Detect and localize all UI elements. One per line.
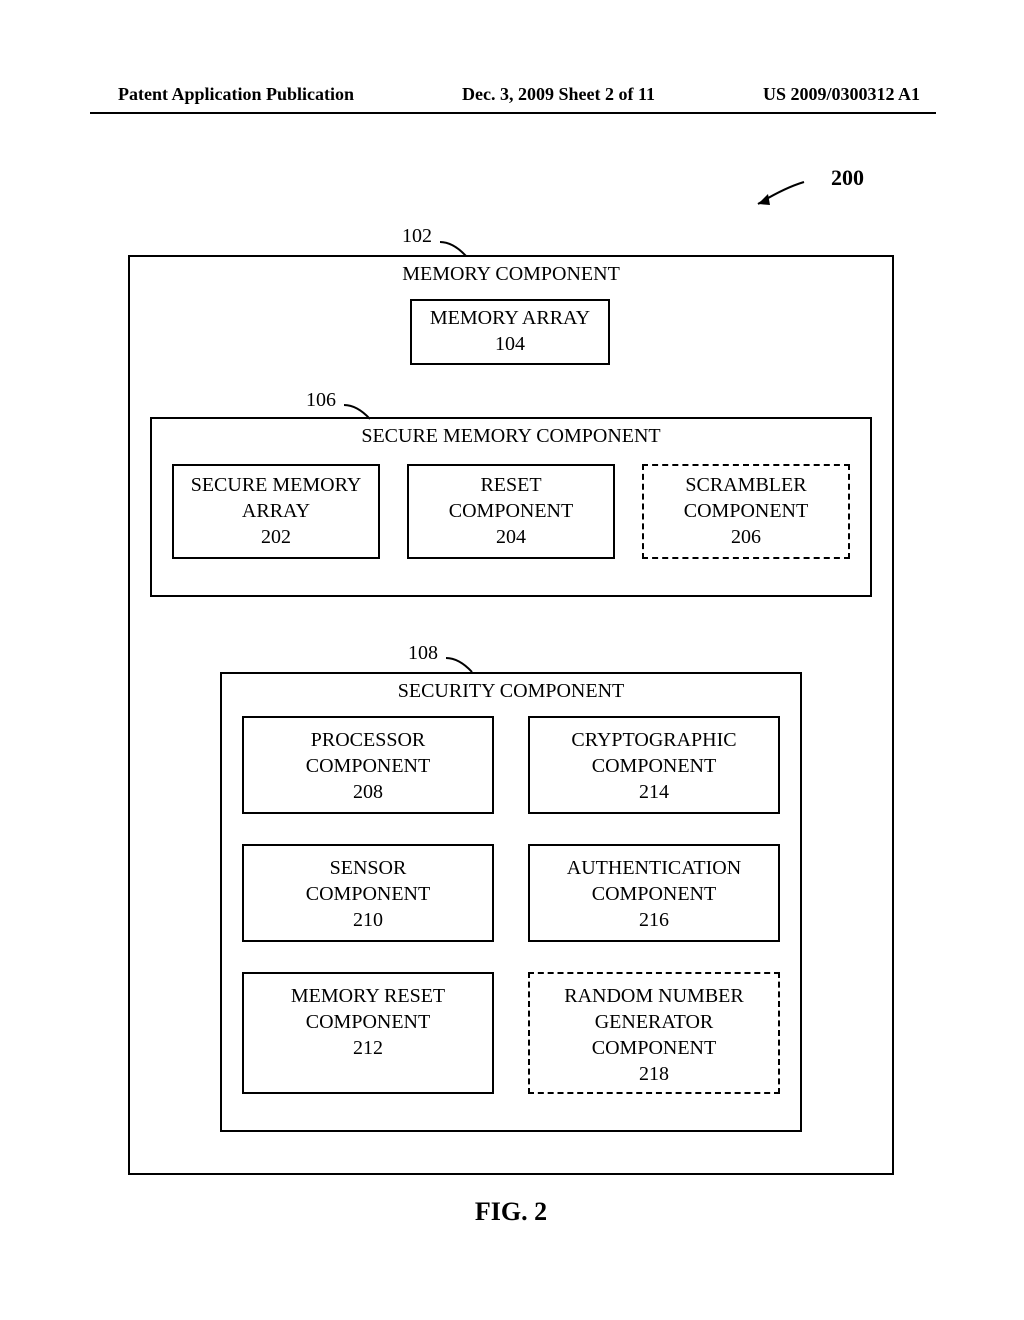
box-num: 212	[353, 1037, 383, 1059]
box-num: 208	[353, 781, 383, 803]
box-text: COMPONENT	[306, 1011, 430, 1033]
box-text: PROCESSOR	[311, 729, 426, 751]
cryptographic-component-box: CRYPTOGRAPHIC COMPONENT 214	[528, 716, 780, 814]
box-num: 214	[639, 781, 669, 803]
memory-component-box: MEMORY COMPONENT MEMORY ARRAY 104 106 SE…	[128, 255, 894, 1175]
security-component-box: SECURITY COMPONENT PROCESSOR COMPONENT 2…	[220, 672, 802, 1132]
scrambler-component-box: SCRAMBLER COMPONENT 206	[642, 464, 850, 559]
secure-memory-row: SECURE MEMORY ARRAY 202 RESET COMPONENT …	[172, 464, 850, 559]
box-num: 202	[261, 526, 291, 548]
header-left: Patent Application Publication	[118, 84, 354, 105]
security-row-1: PROCESSOR COMPONENT 208 CRYPTOGRAPHIC CO…	[242, 716, 780, 814]
box-text: ARRAY	[242, 500, 310, 522]
box-text: GENERATOR	[595, 1011, 714, 1033]
reset-component-box: RESET COMPONENT 204	[407, 464, 615, 559]
ref-102: 102	[402, 225, 432, 248]
processor-component-box: PROCESSOR COMPONENT 208	[242, 716, 494, 814]
box-text: RESET	[480, 474, 541, 496]
header-divider	[90, 112, 936, 114]
box-num: 216	[639, 909, 669, 931]
box-text: COMPONENT	[306, 883, 430, 905]
sensor-component-box: SENSOR COMPONENT 210	[242, 844, 494, 942]
security-row-2: SENSOR COMPONENT 210 AUTHENTICATION COMP…	[242, 844, 780, 942]
box-num: 206	[731, 526, 761, 548]
figure-label: FIG. 2	[118, 1197, 904, 1227]
memory-component-title: MEMORY COMPONENT	[130, 257, 892, 286]
header-right: US 2009/0300312 A1	[763, 84, 920, 105]
box-num: 218	[639, 1063, 669, 1085]
box-text: COMPONENT	[592, 755, 716, 777]
memory-array-label: MEMORY ARRAY	[430, 307, 590, 329]
memory-reset-component-box: MEMORY RESET COMPONENT 212	[242, 972, 494, 1094]
memory-array-num: 104	[495, 333, 525, 355]
box-text: COMPONENT	[684, 500, 808, 522]
secure-memory-component-title: SECURE MEMORY COMPONENT	[152, 419, 870, 448]
page-header: Patent Application Publication Dec. 3, 2…	[0, 0, 1024, 105]
box-text: MEMORY RESET	[291, 985, 445, 1007]
security-component-title: SECURITY COMPONENT	[222, 674, 800, 703]
box-text: SECURE MEMORY	[191, 474, 362, 496]
box-text: SCRAMBLER	[685, 474, 806, 496]
box-text: COMPONENT	[449, 500, 573, 522]
box-text: COMPONENT	[592, 1037, 716, 1059]
random-number-generator-component-box: RANDOM NUMBER GENERATOR COMPONENT 218	[528, 972, 780, 1094]
header-center: Dec. 3, 2009 Sheet 2 of 11	[462, 84, 655, 105]
secure-memory-array-box: SECURE MEMORY ARRAY 202	[172, 464, 380, 559]
box-text: COMPONENT	[592, 883, 716, 905]
box-text: AUTHENTICATION	[567, 857, 741, 879]
authentication-component-box: AUTHENTICATION COMPONENT 216	[528, 844, 780, 942]
security-row-3: MEMORY RESET COMPONENT 212 RANDOM NUMBER…	[242, 972, 780, 1094]
box-num: 210	[353, 909, 383, 931]
box-text: SENSOR	[330, 857, 407, 879]
box-num: 204	[496, 526, 526, 548]
box-text: RANDOM NUMBER	[564, 985, 743, 1007]
ref-106: 106	[306, 389, 336, 412]
security-component-grid: PROCESSOR COMPONENT 208 CRYPTOGRAPHIC CO…	[242, 716, 780, 1110]
arrow-200-icon	[754, 180, 814, 210]
box-text: CRYPTOGRAPHIC	[571, 729, 736, 751]
secure-memory-component-box: SECURE MEMORY COMPONENT SECURE MEMORY AR…	[150, 417, 872, 597]
memory-array-box: MEMORY ARRAY 104	[410, 299, 610, 365]
box-text: COMPONENT	[306, 755, 430, 777]
ref-200: 200	[831, 165, 864, 191]
ref-108: 108	[408, 642, 438, 665]
